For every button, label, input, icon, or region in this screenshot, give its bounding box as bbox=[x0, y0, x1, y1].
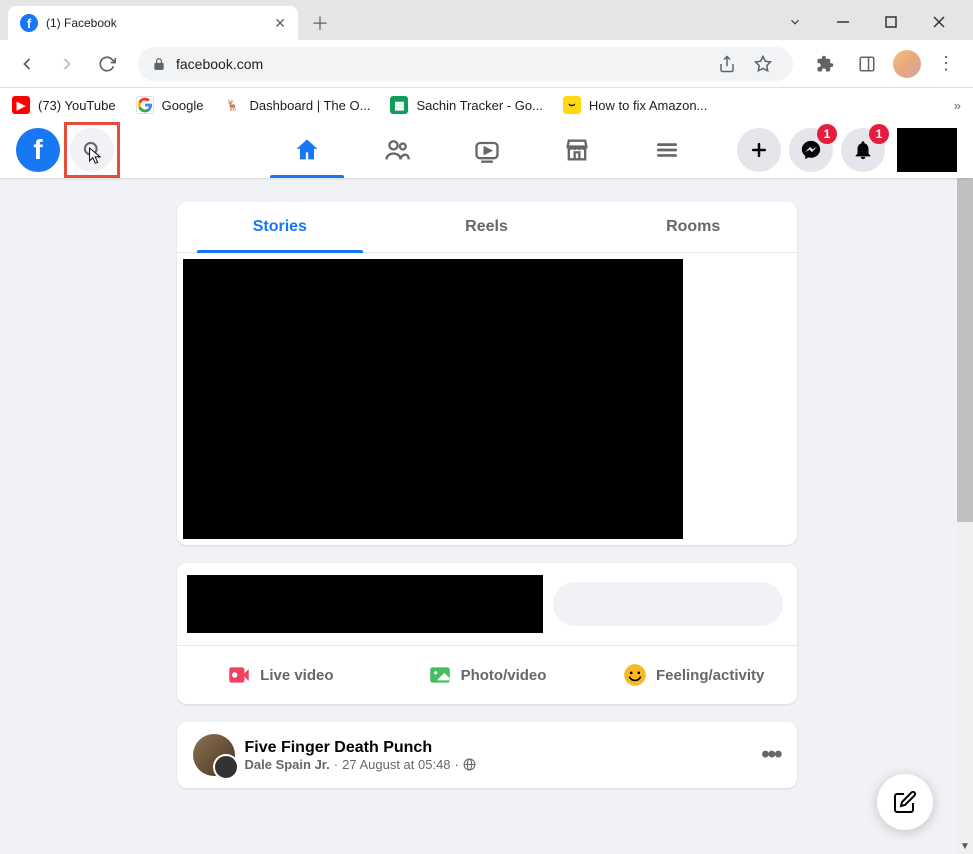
bookmark-label: Google bbox=[162, 98, 204, 113]
composer-card: Live video Photo/video Feeling/activity bbox=[177, 563, 797, 704]
bookmark-label: Dashboard | The O... bbox=[250, 98, 371, 113]
youtube-icon: ▶ bbox=[12, 96, 30, 114]
reload-button[interactable] bbox=[92, 49, 122, 79]
chevron-down-icon[interactable] bbox=[781, 8, 809, 36]
minimize-button[interactable] bbox=[829, 8, 857, 36]
stories-tabs: Stories Reels Rooms bbox=[177, 202, 797, 253]
nav-friends[interactable] bbox=[352, 122, 442, 178]
scroll-thumb[interactable] bbox=[957, 122, 973, 522]
bookmark-dashboard[interactable]: 🦌 Dashboard | The O... bbox=[224, 96, 371, 114]
new-tab-button[interactable]: ＋ bbox=[306, 9, 334, 37]
watch-icon bbox=[473, 136, 501, 164]
video-camera-icon bbox=[226, 662, 252, 688]
google-icon bbox=[136, 96, 154, 114]
chrome-menu-icon[interactable]: ⋮ bbox=[931, 53, 961, 74]
composer-redacted[interactable] bbox=[187, 575, 543, 633]
bookmark-youtube[interactable]: ▶ (73) YouTube bbox=[12, 96, 116, 114]
home-icon bbox=[293, 136, 321, 164]
sidepanel-icon[interactable] bbox=[851, 48, 883, 80]
nav-watch[interactable] bbox=[442, 122, 532, 178]
plus-icon bbox=[749, 140, 769, 160]
tab-title: (1) Facebook bbox=[46, 16, 266, 30]
cursor-icon bbox=[88, 146, 104, 166]
feed: Stories Reels Rooms Live video bbox=[177, 178, 797, 830]
post-meta: Dale Spain Jr. · 27 August at 05:48 · bbox=[245, 757, 752, 772]
close-tab-icon[interactable]: ✕ bbox=[274, 15, 286, 32]
globe-icon bbox=[463, 758, 476, 771]
tab-bar: (1) Facebook ✕ ＋ bbox=[0, 0, 973, 40]
maximize-button[interactable] bbox=[877, 8, 905, 36]
facebook-app: f 1 1 bbox=[0, 122, 973, 854]
window-controls bbox=[761, 0, 973, 44]
edit-icon bbox=[893, 790, 917, 814]
amazon-icon: ⌣ bbox=[563, 96, 581, 114]
browser-toolbar: facebook.com ⋮ bbox=[0, 40, 973, 88]
search-button[interactable] bbox=[70, 128, 114, 172]
label: Feeling/activity bbox=[656, 667, 764, 684]
feed-post: Five Finger Death Punch Dale Spain Jr. ·… bbox=[177, 722, 797, 788]
bookmark-label: How to fix Amazon... bbox=[589, 98, 708, 113]
account-button[interactable] bbox=[897, 128, 957, 172]
messenger-badge: 1 bbox=[817, 124, 837, 144]
close-window-button[interactable] bbox=[925, 8, 953, 36]
main-nav bbox=[262, 122, 712, 178]
bookmark-google[interactable]: Google bbox=[136, 96, 204, 114]
live-video-button[interactable]: Live video bbox=[177, 654, 384, 696]
tab-reels[interactable]: Reels bbox=[383, 202, 590, 252]
bookmark-amazon[interactable]: ⌣ How to fix Amazon... bbox=[563, 96, 708, 114]
smiley-icon bbox=[622, 662, 648, 688]
post-title[interactable]: Five Finger Death Punch bbox=[245, 739, 752, 757]
facebook-favicon-icon bbox=[20, 14, 38, 32]
friends-icon bbox=[383, 136, 411, 164]
messenger-button[interactable]: 1 bbox=[789, 128, 833, 172]
label: Live video bbox=[260, 667, 333, 684]
composer-input[interactable] bbox=[553, 582, 783, 626]
browser-chrome: (1) Facebook ✕ ＋ facebook.com ⋮ ▶(73) Yo bbox=[0, 0, 973, 122]
feeling-activity-button[interactable]: Feeling/activity bbox=[590, 654, 797, 696]
marketplace-icon bbox=[563, 136, 591, 164]
nav-menu[interactable] bbox=[622, 122, 712, 178]
browser-tab[interactable]: (1) Facebook ✕ bbox=[8, 6, 298, 40]
photo-icon bbox=[427, 662, 453, 688]
facebook-logo-icon[interactable]: f bbox=[16, 128, 60, 172]
bookmarks-overflow-icon[interactable]: » bbox=[954, 98, 961, 113]
scroll-down-icon[interactable]: ▼ bbox=[957, 838, 973, 854]
notifications-badge: 1 bbox=[869, 124, 889, 144]
dashboard-icon: 🦌 bbox=[224, 96, 242, 114]
profile-avatar[interactable] bbox=[893, 50, 921, 78]
facebook-header: f 1 1 bbox=[0, 122, 973, 178]
url-text: facebook.com bbox=[176, 56, 263, 72]
scrollbar[interactable]: ▼ bbox=[957, 122, 973, 854]
bell-icon bbox=[852, 139, 874, 161]
bookmark-label: Sachin Tracker - Go... bbox=[416, 98, 542, 113]
photo-video-button[interactable]: Photo/video bbox=[383, 654, 590, 696]
back-button[interactable] bbox=[12, 49, 42, 79]
post-menu-button[interactable]: ••• bbox=[761, 741, 780, 769]
post-avatar[interactable] bbox=[193, 734, 235, 776]
nav-marketplace[interactable] bbox=[532, 122, 622, 178]
notifications-button[interactable]: 1 bbox=[841, 128, 885, 172]
bookmarks-bar: ▶ (73) YouTube Google 🦌 Dashboard | The O.… bbox=[0, 88, 973, 122]
extensions-icon[interactable] bbox=[809, 48, 841, 80]
stories-content[interactable] bbox=[183, 259, 683, 539]
bookmark-label: (73) YouTube bbox=[38, 98, 116, 113]
url-bar[interactable]: facebook.com bbox=[138, 47, 793, 81]
forward-button[interactable] bbox=[52, 49, 82, 79]
bookmark-sheets[interactable]: ▦ Sachin Tracker - Go... bbox=[390, 96, 542, 114]
label: Photo/video bbox=[461, 667, 547, 684]
post-time: 27 August at 05:48 bbox=[342, 757, 450, 772]
messenger-icon bbox=[800, 139, 822, 161]
tab-stories[interactable]: Stories bbox=[177, 202, 384, 252]
post-author[interactable]: Dale Spain Jr. bbox=[245, 757, 330, 772]
nav-home[interactable] bbox=[262, 122, 352, 178]
compose-fab[interactable] bbox=[877, 774, 933, 830]
lock-icon bbox=[152, 57, 166, 71]
bookmark-star-icon[interactable] bbox=[747, 48, 779, 80]
sheets-icon: ▦ bbox=[390, 96, 408, 114]
create-button[interactable] bbox=[737, 128, 781, 172]
hamburger-icon bbox=[654, 137, 680, 163]
share-icon[interactable] bbox=[711, 48, 743, 80]
tab-rooms[interactable]: Rooms bbox=[590, 202, 797, 252]
stories-card: Stories Reels Rooms bbox=[177, 202, 797, 545]
